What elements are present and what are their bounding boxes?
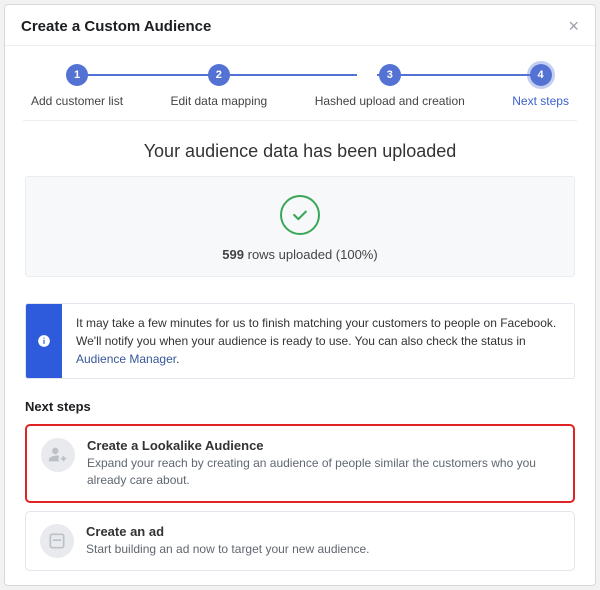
create-lookalike-audience-card[interactable]: Create a Lookalike Audience Expand your … xyxy=(25,424,575,503)
next-steps-title: Next steps xyxy=(25,399,575,414)
modal-title: Create a Custom Audience xyxy=(21,18,211,35)
step-hashed-upload[interactable]: 3 Hashed upload and creation xyxy=(315,64,465,108)
step-label: Edit data mapping xyxy=(171,94,268,108)
step-label: Hashed upload and creation xyxy=(315,94,465,108)
modal-header: Create a Custom Audience × xyxy=(5,5,595,46)
audience-manager-link[interactable]: Audience Manager xyxy=(76,352,176,366)
lookalike-audience-icon xyxy=(41,438,75,472)
rows-count: 599 xyxy=(222,247,244,262)
info-prefix: It may take a few minutes for us to fini… xyxy=(76,316,556,348)
step-circle: 4 xyxy=(530,64,552,86)
close-icon[interactable]: × xyxy=(568,17,579,35)
create-ad-icon xyxy=(40,524,74,558)
step-add-customer-list[interactable]: 1 Add customer list xyxy=(31,64,123,108)
step-label: Next steps xyxy=(512,94,569,108)
info-icon xyxy=(26,304,62,378)
option-body: Create a Lookalike Audience Expand your … xyxy=(87,438,559,489)
step-edit-data-mapping[interactable]: 2 Edit data mapping xyxy=(171,64,268,108)
step-circle: 1 xyxy=(66,64,88,86)
modal-content: Your audience data has been uploaded 599… xyxy=(5,121,595,585)
upload-heading: Your audience data has been uploaded xyxy=(25,141,575,162)
option-desc: Expand your reach by creating an audienc… xyxy=(87,455,559,489)
create-ad-card[interactable]: Create an ad Start building an ad now to… xyxy=(25,511,575,571)
rows-suffix: rows uploaded (100%) xyxy=(244,247,378,262)
step-circle: 3 xyxy=(379,64,401,86)
info-suffix: . xyxy=(176,352,179,366)
option-desc: Start building an ad now to target your … xyxy=(86,541,370,558)
option-title: Create an ad xyxy=(86,524,370,539)
option-body: Create an ad Start building an ad now to… xyxy=(86,524,370,558)
success-check-icon xyxy=(280,195,320,235)
custom-audience-modal: Create a Custom Audience × 1 Add custome… xyxy=(4,4,596,586)
upload-result-panel: 599 rows uploaded (100%) xyxy=(25,176,575,277)
option-title: Create a Lookalike Audience xyxy=(87,438,559,453)
stepper: 1 Add customer list 2 Edit data mapping … xyxy=(5,46,595,116)
rows-uploaded-text: 599 rows uploaded (100%) xyxy=(38,247,562,262)
info-box: It may take a few minutes for us to fini… xyxy=(25,303,575,379)
step-circle: 2 xyxy=(208,64,230,86)
step-label: Add customer list xyxy=(31,94,123,108)
info-text: It may take a few minutes for us to fini… xyxy=(62,304,574,378)
step-next-steps[interactable]: 4 Next steps xyxy=(512,64,569,108)
